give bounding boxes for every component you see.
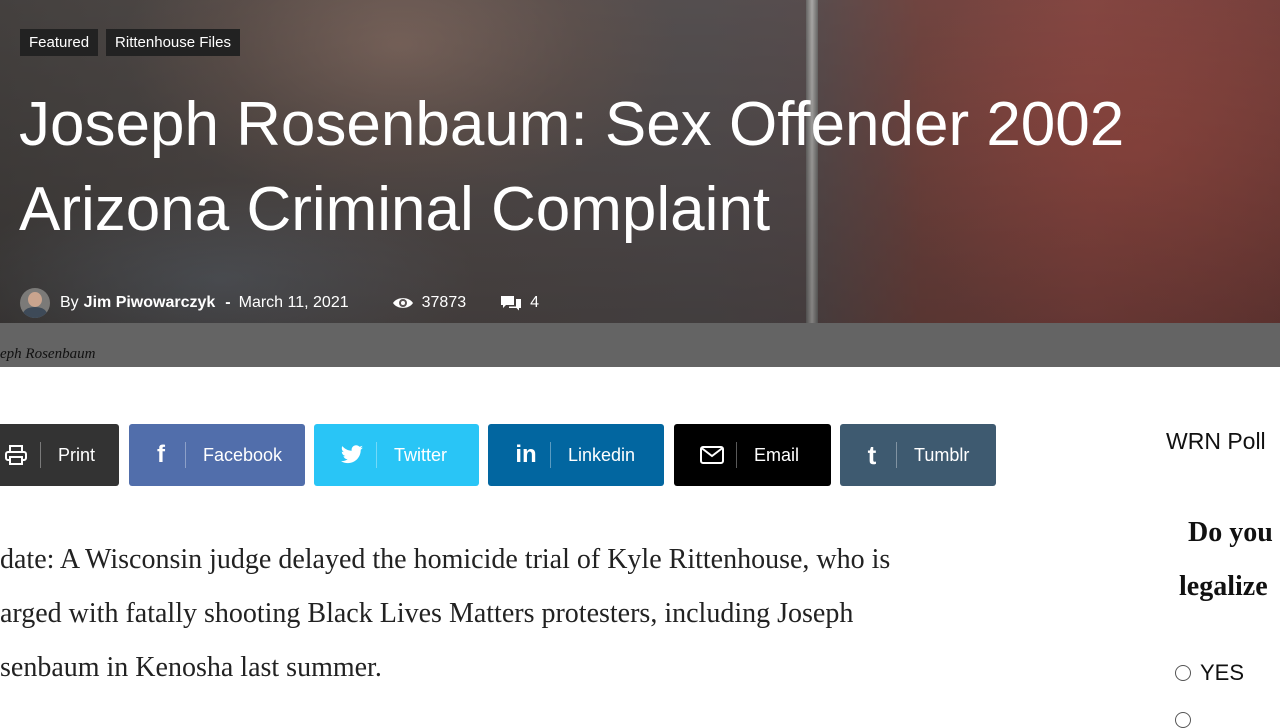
linkedin-icon: in — [515, 441, 537, 468]
radio-button[interactable] — [1175, 665, 1191, 681]
poll-widget-title: WRN Poll — [1166, 428, 1266, 454]
separator — [736, 442, 737, 468]
views-count: 37873 — [392, 294, 467, 312]
poll-option-yes[interactable]: YES — [1175, 660, 1244, 686]
author-avatar[interactable] — [20, 288, 50, 318]
share-print-button[interactable]: Print — [0, 424, 119, 486]
avatar-body — [23, 307, 47, 318]
separator — [896, 442, 897, 468]
facebook-icon: f — [157, 441, 165, 468]
article-line: osenbaum in Kenosha last summer. — [0, 652, 382, 683]
caption-bar — [0, 323, 1280, 367]
author-link[interactable]: Jim Piwowarczyk — [84, 294, 216, 312]
by-label: By — [60, 294, 79, 311]
eye-icon — [392, 298, 413, 308]
views-value: 37873 — [421, 294, 467, 311]
comments-icon — [501, 296, 522, 311]
poll-question-line: Do you — [1188, 517, 1273, 548]
share-print-label: Print — [58, 444, 96, 465]
tumblr-icon: t — [867, 439, 877, 470]
envelope-icon — [688, 446, 736, 464]
poll-option-2[interactable] — [1175, 712, 1200, 728]
separator — [40, 442, 41, 468]
separator — [376, 442, 377, 468]
meta-separator: - — [225, 294, 231, 311]
article-line: harged with fatally shooting Black Lives… — [0, 598, 854, 629]
article-body: pdate: A Wisconsin judge delayed the hom… — [0, 533, 1046, 695]
article-line: pdate: A Wisconsin judge delayed the hom… — [0, 544, 891, 575]
share-tumblr-label: Tumblr — [914, 444, 970, 465]
share-email-button[interactable]: Email — [674, 424, 831, 486]
twitter-icon — [328, 445, 376, 465]
poll-question-line: legalize — [1179, 571, 1268, 602]
avatar-head — [28, 292, 42, 307]
publish-date: March 11, 2021 — [238, 294, 349, 311]
share-twitter-label: Twitter — [394, 444, 448, 465]
image-caption: eph Rosenbaum — [0, 346, 96, 362]
share-linkedin-button[interactable]: in Linkedin — [488, 424, 664, 486]
hero-image: Featured Rittenhouse Files Joseph Rosenb… — [0, 0, 1280, 323]
separator — [550, 442, 551, 468]
printer-icon — [0, 445, 40, 465]
comments-value: 4 — [530, 294, 540, 311]
article-meta: By Jim Piwowarczyk - March 11, 2021 3787… — [20, 288, 539, 318]
comments-count[interactable]: 4 — [500, 294, 539, 312]
share-twitter-button[interactable]: Twitter — [314, 424, 479, 486]
radio-button[interactable] — [1175, 712, 1191, 728]
poll-question: Do you legalize — [1179, 506, 1273, 614]
article-title: Joseph Rosenbaum: Sex Offender 2002 Ariz… — [19, 90, 1125, 244]
share-facebook-label: Facebook — [203, 444, 283, 465]
category-tags: Featured Rittenhouse Files — [20, 29, 240, 56]
share-facebook-button[interactable]: f Facebook — [129, 424, 305, 486]
share-tumblr-button[interactable]: t Tumblr — [840, 424, 996, 486]
separator — [185, 442, 186, 468]
category-featured[interactable]: Featured — [20, 29, 99, 56]
poll-option-label: YES — [1200, 660, 1245, 685]
share-linkedin-label: Linkedin — [568, 444, 636, 465]
share-email-label: Email — [754, 444, 800, 465]
category-rittenhouse-files[interactable]: Rittenhouse Files — [106, 29, 240, 56]
